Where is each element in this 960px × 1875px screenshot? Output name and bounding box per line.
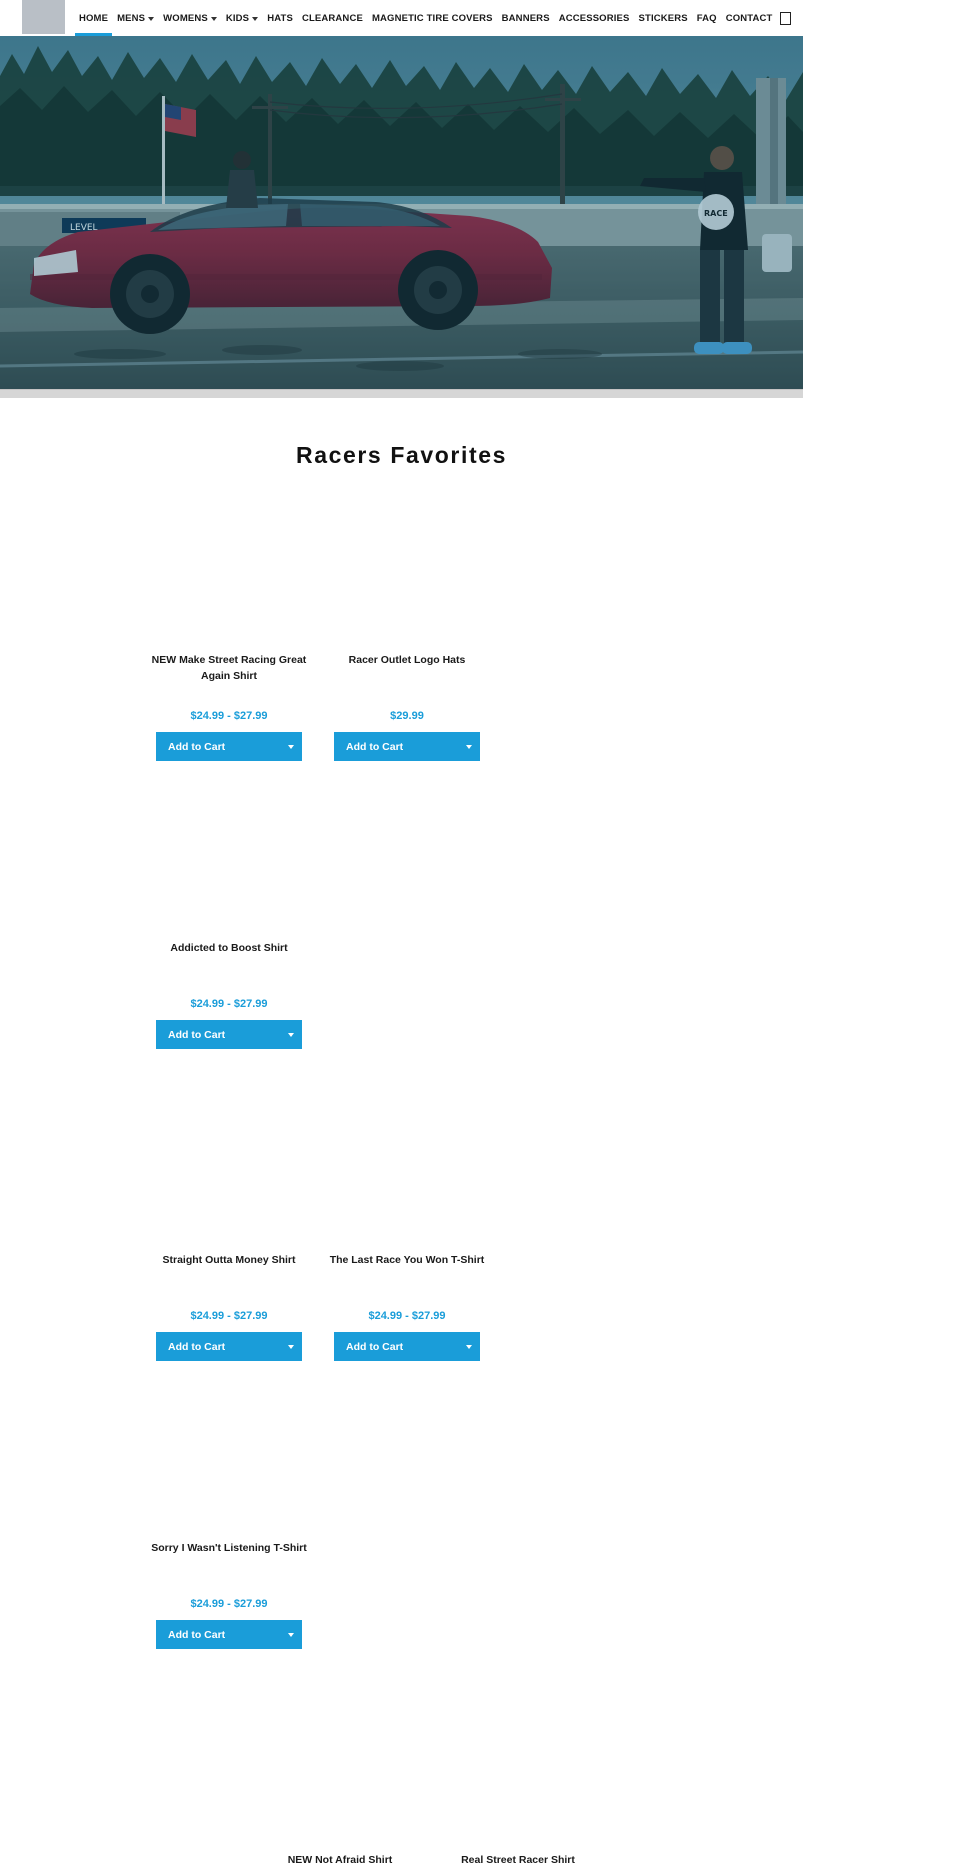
chevron-down-icon bbox=[252, 17, 259, 21]
nav-item-contact[interactable]: CONTACT bbox=[726, 0, 773, 36]
product-card[interactable]: ​ Straight Outta Money Shirt $24.99 - $2… bbox=[140, 1073, 318, 1361]
product-image-placeholder: ​ bbox=[329, 1073, 485, 1249]
product-image-placeholder: ​ bbox=[151, 1361, 307, 1537]
header-actions: Account 0 bbox=[773, 0, 803, 36]
product-image[interactable]: ​ bbox=[151, 1361, 307, 1537]
add-to-cart-button[interactable]: Add to Cart bbox=[156, 1332, 302, 1361]
add-to-cart-label: Add to Cart bbox=[168, 1628, 226, 1641]
add-to-cart-label: Add to Cart bbox=[168, 1340, 226, 1353]
add-to-cart-button[interactable]: Add to Cart bbox=[156, 1020, 302, 1049]
account-link[interactable]: Account bbox=[799, 0, 803, 36]
nav-item-stickers[interactable]: STICKERS bbox=[639, 0, 688, 36]
product-card[interactable]: ​ NEW Not Afraid Shirt $24.99 - $27.99 A… bbox=[251, 1673, 429, 1875]
product-card[interactable]: ​ Addicted to Boost Shirt $24.99 - $27.9… bbox=[140, 761, 318, 1049]
nav-label: HOME bbox=[79, 12, 109, 24]
product-image-placeholder: ​ bbox=[151, 761, 307, 937]
product-title: NEW Not Afraid Shirt bbox=[287, 1854, 393, 1866]
nav-item-kids[interactable]: KIDS bbox=[225, 0, 259, 36]
grid-row-spacer bbox=[140, 1649, 663, 1673]
product-card[interactable]: ​ Racer Outlet Logo Hats $29.99 Add to C… bbox=[318, 473, 496, 761]
site-header: HOME MENS WOMENS KIDS HATS CLEARANCE MAG… bbox=[0, 0, 803, 36]
product-image-placeholder: ​ bbox=[329, 473, 485, 649]
product-title: Addicted to Boost Shirt bbox=[170, 942, 288, 954]
product-price: $24.99 - $27.99 bbox=[368, 1310, 446, 1322]
chevron-down-icon bbox=[210, 17, 217, 21]
product-card[interactable]: ​ Real Street Racer Shirt $24.99 - $27.9… bbox=[429, 1673, 607, 1875]
product-title: NEW Make Street Racing Great Again Shirt bbox=[151, 654, 307, 682]
nav-label: STICKERS bbox=[638, 12, 688, 24]
chevron-down-icon bbox=[288, 1344, 294, 1349]
add-to-cart-label: Add to Cart bbox=[168, 740, 226, 753]
product-title: Racer Outlet Logo Hats bbox=[348, 654, 466, 666]
nav-item-hats[interactable]: HATS bbox=[267, 0, 293, 36]
nav-item-clearance[interactable]: CLEARANCE bbox=[302, 0, 363, 36]
product-title: Sorry I Wasn't Listening T-Shirt bbox=[151, 1542, 307, 1554]
chevron-down-icon bbox=[466, 744, 472, 749]
add-to-cart-button[interactable]: Add to Cart bbox=[334, 732, 480, 761]
product-grid-favorites: ​ NEW Make Street Racing Great Again Shi… bbox=[0, 473, 803, 1875]
product-title: Straight Outta Money Shirt bbox=[162, 1254, 296, 1266]
product-price: $24.99 - $27.99 bbox=[190, 1598, 268, 1610]
product-image-placeholder: ​ bbox=[440, 1673, 596, 1849]
grid-row-spacer bbox=[140, 1049, 663, 1073]
hero-image: LEVEL RACE bbox=[0, 36, 803, 389]
nav-item-mens[interactable]: MENS bbox=[117, 0, 155, 36]
product-image[interactable]: ​ bbox=[440, 1673, 596, 1849]
product-title: The Last Race You Won T-Shirt bbox=[329, 1254, 485, 1266]
chevron-down-icon bbox=[148, 17, 155, 21]
add-to-cart-button[interactable]: Add to Cart bbox=[156, 732, 302, 761]
product-price: $29.99 bbox=[390, 710, 424, 722]
product-image[interactable]: ​ bbox=[151, 1073, 307, 1249]
product-image[interactable]: ​ bbox=[151, 473, 307, 649]
nav-item-faq[interactable]: FAQ bbox=[697, 0, 717, 36]
product-image-placeholder: ​ bbox=[151, 473, 307, 649]
product-image-placeholder: ​ bbox=[262, 1673, 418, 1849]
site-logo[interactable] bbox=[22, 0, 65, 34]
nav-item-womens[interactable]: WOMENS bbox=[163, 0, 217, 36]
nav-label: BANNERS bbox=[501, 12, 550, 24]
nav-label: FAQ bbox=[696, 12, 717, 24]
nav-label: MENS bbox=[117, 12, 146, 24]
product-image[interactable]: ​ bbox=[262, 1673, 418, 1849]
chevron-down-icon bbox=[288, 744, 294, 749]
add-to-cart-button[interactable]: Add to Cart bbox=[334, 1332, 480, 1361]
add-to-cart-label: Add to Cart bbox=[346, 740, 404, 753]
product-price: $24.99 - $27.99 bbox=[190, 1310, 268, 1322]
product-image[interactable]: ​ bbox=[151, 761, 307, 937]
product-image[interactable]: ​ bbox=[329, 1073, 485, 1249]
hero-banner[interactable]: LEVEL RACE bbox=[0, 36, 803, 389]
product-card[interactable]: ​ NEW Make Street Racing Great Again Shi… bbox=[140, 473, 318, 761]
chevron-down-icon bbox=[466, 1344, 472, 1349]
nav-label: CLEARANCE bbox=[301, 12, 363, 24]
add-to-cart-button[interactable]: Add to Cart bbox=[156, 1620, 302, 1649]
nav-label: HATS bbox=[267, 12, 293, 24]
add-to-cart-label: Add to Cart bbox=[346, 1340, 404, 1353]
product-image-placeholder: ​ bbox=[151, 1073, 307, 1249]
nav-label: ACCESSORIES bbox=[558, 12, 630, 24]
nav-item-home[interactable]: HOME bbox=[74, 0, 113, 36]
hero-divider bbox=[0, 389, 803, 398]
product-price: $24.99 - $27.99 bbox=[190, 998, 268, 1010]
nav-label: WOMENS bbox=[163, 12, 208, 24]
section-title-favorites: Racers Favorites bbox=[296, 442, 507, 468]
nav-label: KIDS bbox=[225, 12, 250, 24]
nav-label: MAGNETIC TIRE COVERS bbox=[371, 12, 493, 24]
product-image[interactable]: ​ bbox=[329, 473, 485, 649]
main-navigation: HOME MENS WOMENS KIDS HATS CLEARANCE MAG… bbox=[74, 0, 773, 36]
nav-item-magnetic-tire-covers[interactable]: MAGNETIC TIRE COVERS bbox=[372, 0, 493, 36]
product-card[interactable]: ​ Sorry I Wasn't Listening T-Shirt $24.9… bbox=[140, 1361, 318, 1649]
product-card[interactable]: ​ The Last Race You Won T-Shirt $24.99 -… bbox=[318, 1073, 496, 1361]
product-title: Real Street Racer Shirt bbox=[461, 1854, 575, 1866]
product-price: $24.99 - $27.99 bbox=[190, 710, 268, 722]
add-to-cart-label: Add to Cart bbox=[168, 1028, 226, 1041]
page-root: HOME MENS WOMENS KIDS HATS CLEARANCE MAG… bbox=[0, 0, 803, 1875]
nav-item-accessories[interactable]: ACCESSORIES bbox=[559, 0, 630, 36]
nav-item-banners[interactable]: BANNERS bbox=[502, 0, 550, 36]
nav-label: CONTACT bbox=[725, 12, 773, 24]
chevron-down-icon bbox=[288, 1632, 294, 1637]
search-icon[interactable] bbox=[773, 0, 799, 36]
chevron-down-icon bbox=[288, 1032, 294, 1037]
